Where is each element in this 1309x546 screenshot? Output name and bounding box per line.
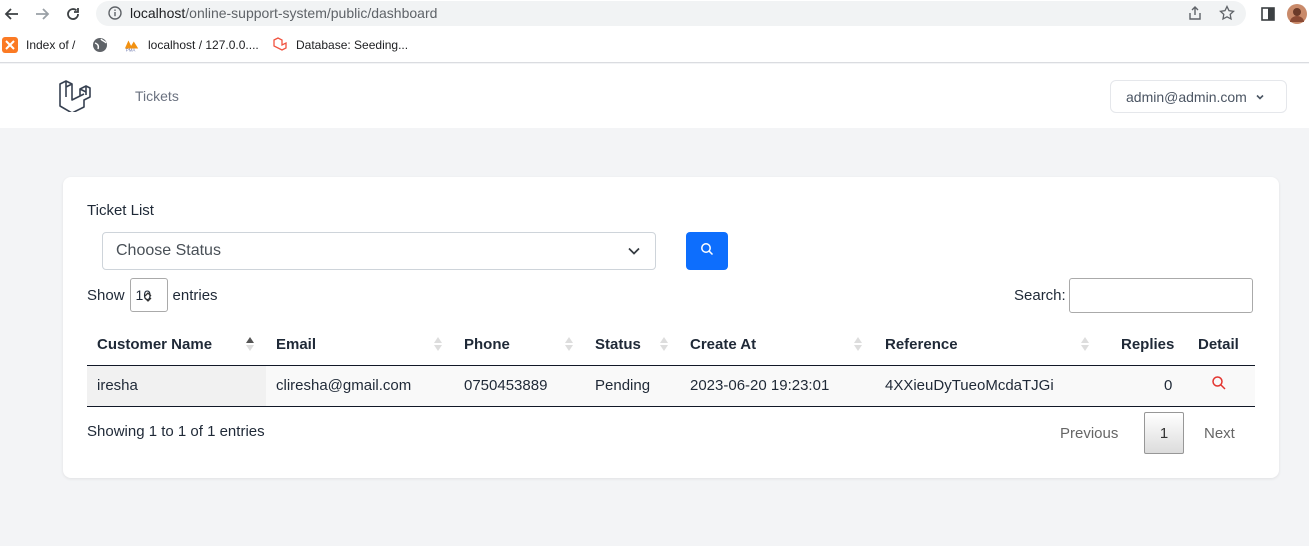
search-label: Search:: [1014, 287, 1066, 304]
chevron-down-icon: [627, 244, 641, 263]
search-icon: [700, 242, 714, 261]
bookmark-phpmyadmin[interactable]: PMA localhost / 127.0.0....: [124, 36, 259, 54]
bookmarks-bar: Index of / PMA localhost / 127.0.0.... D…: [0, 28, 1309, 63]
bookmark-laravel[interactable]: Database: Seeding...: [272, 36, 408, 54]
star-icon[interactable]: [1218, 4, 1236, 22]
forward-icon[interactable]: [32, 4, 52, 24]
app-navbar: Tickets admin@admin.com: [0, 64, 1309, 128]
status-select[interactable]: Choose Status: [102, 232, 656, 270]
table-header: Customer Name Email Phone Status Create …: [87, 326, 1255, 366]
user-dropdown[interactable]: admin@admin.com: [1110, 80, 1287, 113]
entries-label: entries: [172, 286, 218, 304]
nav-tickets-link[interactable]: Tickets: [135, 88, 179, 104]
column-header-email[interactable]: Email: [276, 336, 316, 353]
url-text: localhost/online-support-system/public/d…: [130, 5, 437, 21]
card-title: Ticket List: [87, 202, 154, 219]
show-label: Show: [87, 286, 125, 304]
table-search: Search:: [1014, 278, 1253, 313]
sort-icon: [854, 337, 862, 351]
url-path: /online-support-system/public/dashboard: [185, 5, 438, 21]
cell-email: cliresha@gmail.com: [276, 377, 412, 394]
page-length-control: Show 10 entries: [87, 278, 218, 312]
cell-phone: 0750453889: [464, 377, 548, 394]
pagination-page-1[interactable]: 1: [1144, 412, 1184, 454]
cell-status: Pending: [595, 377, 651, 394]
bookmark-globe[interactable]: [92, 36, 116, 54]
globe-icon: [92, 37, 108, 53]
column-header-reference[interactable]: Reference: [885, 336, 958, 353]
xampp-icon: [2, 37, 18, 53]
cell-reference: 4XXieuDyTueoMcdaTJGi: [885, 377, 1054, 394]
laravel-icon: [272, 37, 288, 53]
table-info: Showing 1 to 1 of 1 entries: [87, 423, 265, 440]
sort-icon: [660, 337, 668, 351]
bookmark-label: Database: Seeding...: [296, 38, 409, 52]
column-header-status[interactable]: Status: [595, 336, 641, 353]
ticket-table: Customer Name Email Phone Status Create …: [87, 326, 1255, 407]
pagination-previous[interactable]: Previous: [1060, 425, 1118, 442]
status-search-button[interactable]: [686, 232, 728, 270]
cell-replies: 0: [1164, 377, 1173, 394]
column-header-phone[interactable]: Phone: [464, 336, 510, 353]
status-select-value: Choose Status: [116, 242, 221, 259]
chevron-down-icon: [1255, 92, 1265, 102]
column-header-detail[interactable]: Detail: [1198, 336, 1239, 353]
sort-icon: [565, 337, 573, 351]
select-arrows-icon: [143, 290, 153, 306]
column-header-create-at[interactable]: Create At: [690, 336, 756, 353]
bookmark-index[interactable]: Index of /: [2, 36, 75, 54]
back-icon[interactable]: [2, 4, 22, 24]
table-row: iresha cliresha@gmail.com 0750453889 Pen…: [87, 366, 1255, 407]
page-length-select[interactable]: 10: [129, 278, 168, 312]
column-header-customer-name[interactable]: Customer Name: [97, 336, 212, 353]
sort-asc-icon: [246, 337, 254, 351]
bookmark-label: localhost / 127.0.0....: [148, 38, 259, 52]
reload-icon[interactable]: [63, 4, 83, 24]
share-icon[interactable]: [1186, 4, 1204, 22]
view-detail-search-icon[interactable]: [1211, 375, 1227, 391]
phpmyadmin-icon: PMA: [124, 37, 140, 53]
user-email: admin@admin.com: [1126, 88, 1247, 105]
sort-icon: [434, 337, 442, 351]
address-bar[interactable]: localhost/online-support-system/public/d…: [96, 1, 1246, 26]
profile-avatar[interactable]: [1287, 4, 1307, 24]
cell-created-at: 2023-06-20 19:23:01: [690, 377, 830, 394]
search-input[interactable]: [1068, 278, 1253, 313]
sort-icon: [1081, 337, 1089, 351]
ticket-list-card: Ticket List Choose Status Show 10 entrie…: [63, 177, 1279, 478]
laravel-logo-icon[interactable]: [57, 78, 91, 114]
cell-customer-name: iresha: [97, 377, 138, 394]
browser-toolbar: localhost/online-support-system/public/d…: [0, 0, 1309, 28]
bookmark-label: Index of /: [26, 38, 76, 52]
url-host: localhost: [130, 5, 186, 21]
svg-text:PMA: PMA: [126, 48, 136, 53]
info-icon[interactable]: [106, 4, 124, 22]
column-header-replies[interactable]: Replies: [1121, 336, 1174, 353]
side-panel-icon[interactable]: [1258, 4, 1278, 24]
pagination-next[interactable]: Next: [1204, 425, 1235, 442]
